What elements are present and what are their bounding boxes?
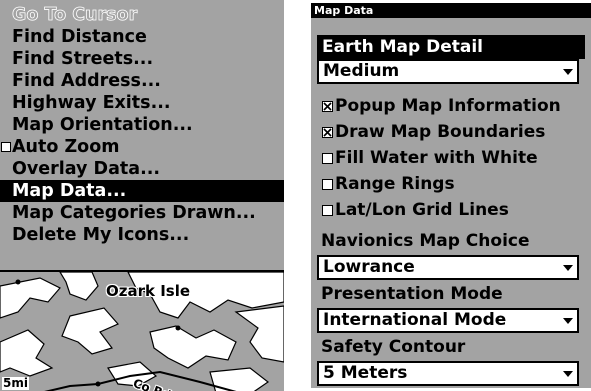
grid-lines-label: Lat/Lon Grid Lines bbox=[335, 200, 509, 220]
menu-item-label: Find Distance bbox=[12, 27, 147, 47]
menu-item-highway-exits[interactable]: Highway Exits... bbox=[0, 92, 284, 114]
menu-item-find-streets[interactable]: Find Streets... bbox=[0, 48, 284, 70]
draw-map-boundaries-checkbox[interactable] bbox=[322, 127, 333, 138]
menu-item-label: Map Data... bbox=[12, 181, 127, 201]
range-rings-checkbox[interactable] bbox=[322, 179, 333, 190]
earth-map-detail-value: Medium bbox=[323, 61, 400, 81]
menu-item-map-categories-drawn[interactable]: Map Categories Drawn... bbox=[0, 202, 284, 224]
safety-contour-value: 5 Meters bbox=[323, 363, 408, 383]
draw-map-boundaries-label: Draw Map Boundaries bbox=[335, 122, 546, 142]
popup-map-information-option[interactable]: Popup Map Information bbox=[311, 94, 591, 118]
menu-item-label: Go To Cursor bbox=[12, 5, 138, 26]
auto-zoom-checkbox[interactable] bbox=[1, 142, 11, 152]
draw-map-boundaries-option[interactable]: Draw Map Boundaries bbox=[311, 120, 591, 144]
menu-item-label: Auto Zoom bbox=[12, 137, 120, 157]
menu-item-go-to-cursor: Go To Cursor bbox=[0, 4, 284, 26]
menu-item-label: Find Streets... bbox=[12, 49, 154, 69]
menu-item-auto-zoom[interactable]: Auto Zoom bbox=[0, 136, 284, 158]
navionics-map-choice-value: Lowrance bbox=[323, 257, 415, 277]
safety-contour-select[interactable]: 5 Meters bbox=[317, 361, 579, 386]
popup-map-information-label: Popup Map Information bbox=[335, 96, 561, 116]
menu-item-map-orientation[interactable]: Map Orientation... bbox=[0, 114, 284, 136]
checkmark-x-icon bbox=[323, 128, 332, 137]
menu-item-find-address[interactable]: Find Address... bbox=[0, 70, 284, 92]
navionics-map-choice-select[interactable]: Lowrance bbox=[317, 255, 579, 280]
map-context-menu: Go To Cursor Find Distance Find Streets.… bbox=[0, 0, 284, 270]
presentation-mode-select[interactable]: International Mode bbox=[317, 308, 579, 333]
menu-item-delete-my-icons[interactable]: Delete My Icons... bbox=[0, 224, 284, 246]
map-menu-screen: Go To Cursor Find Distance Find Streets.… bbox=[0, 0, 284, 391]
menu-item-label: Overlay Data... bbox=[12, 159, 161, 179]
fill-water-checkbox[interactable] bbox=[322, 153, 333, 164]
menu-item-label: Map Categories Drawn... bbox=[12, 203, 256, 223]
popup-map-information-checkbox[interactable] bbox=[322, 101, 333, 112]
menu-item-map-data[interactable]: Map Data... bbox=[0, 180, 284, 202]
checkmark-x-icon bbox=[323, 102, 332, 111]
menu-item-overlay-data[interactable]: Overlay Data... bbox=[0, 158, 284, 180]
map-scale: 5mi bbox=[2, 376, 29, 390]
presentation-mode-label: Presentation Mode bbox=[321, 284, 503, 304]
navionics-map-choice-label: Navionics Map Choice bbox=[321, 231, 530, 251]
menu-item-label: Highway Exits... bbox=[12, 93, 171, 113]
chevron-down-icon[interactable] bbox=[560, 259, 576, 276]
earth-map-detail-label: Earth Map Detail bbox=[317, 35, 585, 59]
fill-water-label: Fill Water with White bbox=[335, 148, 538, 168]
range-rings-label: Range Rings bbox=[335, 174, 455, 194]
place-label: Ozark Isle bbox=[106, 282, 191, 300]
grid-lines-checkbox[interactable] bbox=[322, 205, 333, 216]
grid-lines-option[interactable]: Lat/Lon Grid Lines bbox=[311, 198, 591, 222]
menu-item-find-distance[interactable]: Find Distance bbox=[0, 26, 284, 48]
chevron-down-icon[interactable] bbox=[560, 312, 576, 329]
menu-item-label: Map Orientation... bbox=[12, 115, 193, 135]
dialog-title: Map Data bbox=[311, 3, 591, 18]
chevron-down-icon[interactable] bbox=[560, 63, 576, 80]
fill-water-option[interactable]: Fill Water with White bbox=[311, 146, 591, 170]
presentation-mode-value: International Mode bbox=[323, 310, 507, 330]
menu-item-label: Delete My Icons... bbox=[12, 225, 190, 245]
safety-contour-label: Safety Contour bbox=[321, 337, 466, 357]
map-view[interactable]: Ozark Isle Co Rd 80 5mi bbox=[0, 270, 284, 391]
map-data-dialog: Map Data Earth Map Detail Medium Popup M… bbox=[311, 3, 591, 388]
chevron-down-icon[interactable] bbox=[560, 365, 576, 382]
earth-map-detail-select[interactable]: Medium bbox=[317, 59, 579, 84]
menu-item-label: Find Address... bbox=[12, 71, 161, 91]
range-rings-option[interactable]: Range Rings bbox=[311, 172, 591, 196]
